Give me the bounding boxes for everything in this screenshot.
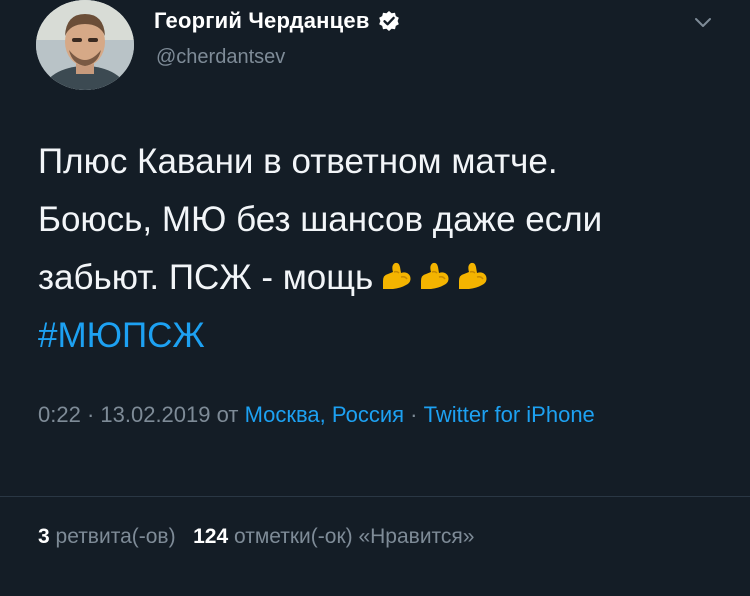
retweets-label[interactable]: ретвита(-ов): [56, 525, 176, 548]
tweet-date[interactable]: 13.02.2019: [100, 402, 210, 427]
tweet-meta: 0:22 · 13.02.2019 от Москва, Россия · Tw…: [38, 396, 728, 434]
flexed-biceps-icon: [383, 262, 411, 289]
meta-separator: ·: [404, 402, 424, 427]
author-handle[interactable]: @cherdantsev: [156, 46, 285, 69]
retweets-count[interactable]: 3: [38, 525, 50, 548]
tweet-line-3: забьют. ПСЖ - мощь: [38, 249, 728, 307]
flexed-biceps-icon: [421, 262, 449, 289]
tweet-line-1: Плюс Кавани в ответном матче.: [38, 142, 558, 181]
verified-badge-icon: [378, 10, 400, 32]
tweet-text: Плюс Кавани в ответном матче. Боюсь, МЮ …: [38, 133, 728, 365]
flexed-biceps-icon: [459, 262, 487, 289]
author-name-row: Георгий Черданцев: [154, 8, 400, 34]
tweet-stats: 3 ретвита(-ов) 124 отметки(-ок) «Нравитс…: [38, 525, 474, 549]
location-link[interactable]: Москва, Россия: [245, 402, 404, 427]
meta-separator: ·: [80, 402, 101, 427]
tweet-time[interactable]: 0:22: [38, 402, 81, 427]
likes-count[interactable]: 124: [193, 525, 228, 548]
author-display-name[interactable]: Георгий Черданцев: [154, 8, 370, 34]
tweet-card: Георгий Черданцев @cherdantsev Плюс Кава…: [0, 0, 750, 596]
likes-label[interactable]: отметки(-ок) «Нравится»: [234, 525, 475, 548]
divider: [0, 496, 750, 497]
flexed-biceps-emoji-group: [379, 259, 489, 293]
hashtag-link[interactable]: #МЮПСЖ: [38, 307, 728, 365]
tweet-line-2: Боюсь, МЮ без шансов даже если: [38, 200, 603, 239]
chevron-down-icon[interactable]: [690, 10, 716, 36]
source-link[interactable]: Twitter for iPhone: [424, 402, 595, 427]
avatar[interactable]: [36, 0, 134, 90]
meta-from-label: от: [210, 402, 245, 427]
tweet-line-3-text: забьют. ПСЖ - мощь: [38, 258, 374, 297]
